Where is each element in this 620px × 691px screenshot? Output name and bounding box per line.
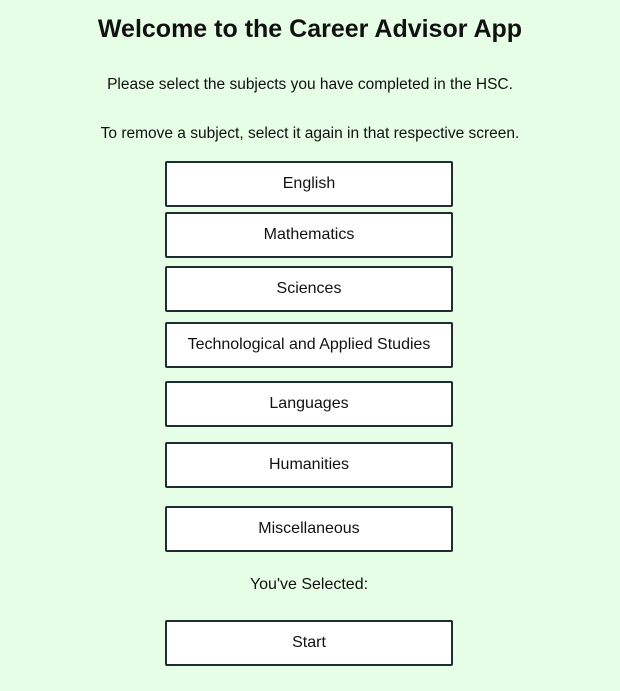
start-button[interactable]: Start: [165, 620, 453, 666]
subject-button-mathematics[interactable]: Mathematics: [165, 212, 453, 258]
subject-button-sciences[interactable]: Sciences: [165, 266, 453, 312]
subject-button-languages[interactable]: Languages: [165, 381, 453, 427]
subject-button-technological-applied-studies[interactable]: Technological and Applied Studies: [165, 322, 453, 368]
page-title: Welcome to the Career Advisor App: [97, 15, 523, 43]
subject-button-humanities[interactable]: Humanities: [165, 442, 453, 488]
select-instruction: Please select the subjects you have comp…: [107, 76, 513, 93]
remove-instruction: To remove a subject, select it again in …: [100, 125, 520, 142]
subject-button-miscellaneous[interactable]: Miscellaneous: [165, 506, 453, 552]
subject-button-english[interactable]: English: [165, 161, 453, 207]
selected-subjects-label: You've Selected:: [249, 576, 369, 593]
